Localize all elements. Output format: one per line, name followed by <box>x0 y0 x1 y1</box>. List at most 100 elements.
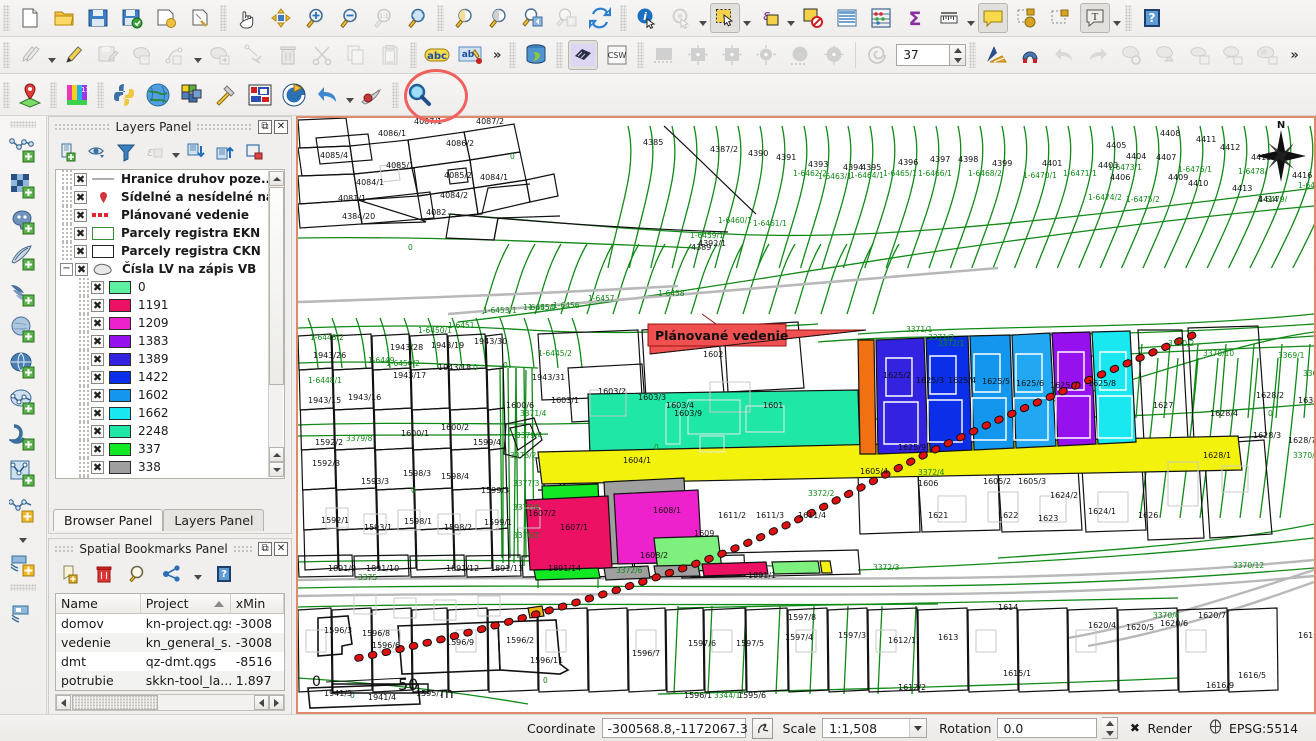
chevron-down-icon[interactable] <box>742 4 752 32</box>
statistical-summary-icon[interactable]: Σ <box>900 3 930 33</box>
new-shapefile-layer-icon[interactable] <box>6 492 40 526</box>
chevron-down-icon[interactable] <box>193 564 203 584</box>
legend-category-item[interactable]: ✖ 0 <box>56 278 284 296</box>
category-visibility-checkbox[interactable]: ✖ <box>91 424 104 438</box>
scroll-thumb[interactable] <box>269 187 284 385</box>
bookmark-row[interactable]: vedenie kn_general_s... -3008 <box>56 633 284 652</box>
search-magnifier-icon[interactable] <box>404 80 434 110</box>
python-console-icon[interactable] <box>109 80 139 110</box>
toolbar-grip[interactable] <box>969 42 977 68</box>
crs-icon[interactable] <box>1208 719 1223 737</box>
column-header-project[interactable]: Project <box>141 594 231 613</box>
paste-features-icon[interactable] <box>375 40 405 70</box>
layer-tree-item[interactable]: ✖ Parcely registra EKN <box>56 224 284 242</box>
panel-drag-handle[interactable] <box>196 123 253 131</box>
toolbar-grip[interactable] <box>97 81 104 108</box>
abc-label-icon[interactable]: abc <box>422 40 452 70</box>
add-raster-layer-icon[interactable] <box>6 168 40 202</box>
layer-tree-item[interactable]: − ✖ Čísla LV na zápis VB <box>56 260 284 278</box>
toolbar-overflow-chevron[interactable]: » <box>488 48 506 63</box>
globe-icon[interactable] <box>143 80 173 110</box>
zoom-next-icon[interactable] <box>551 3 581 33</box>
toolbar-grip[interactable] <box>620 5 627 31</box>
rotation-input[interactable]: 0.0 <box>997 718 1098 738</box>
layer-visibility-checkbox[interactable]: ✖ <box>74 226 87 240</box>
layer-tree-item[interactable]: ✖ Parcely registra CKN <box>56 242 284 260</box>
bookmark-row[interactable]: potrubie skkn-tool_la... 1.897 <box>56 671 284 690</box>
tab-browser-panel[interactable]: Browser Panel <box>53 509 164 531</box>
processing-toolbox-icon[interactable] <box>568 40 599 70</box>
help-book-icon[interactable]: ? <box>1137 3 1167 33</box>
zoom-last-icon[interactable] <box>517 3 547 33</box>
layer-visibility-checkbox[interactable]: ✖ <box>75 262 88 276</box>
deselect-features-icon[interactable] <box>798 3 828 33</box>
legend-category-item[interactable]: ✖ 1602 <box>56 386 284 404</box>
add-vector-layer-icon[interactable] <box>6 132 40 166</box>
category-visibility-checkbox[interactable]: ✖ <box>91 479 104 480</box>
zoom-to-selection-icon[interactable] <box>449 3 479 33</box>
layers-tree[interactable]: ✖ Hranice druhov poze... ✖ Sídelné a nesíde… <box>55 169 285 479</box>
blue-undo-icon[interactable] <box>313 80 343 110</box>
show-labels-icon[interactable]: T <box>1080 3 1110 33</box>
select-features-icon[interactable] <box>710 3 740 33</box>
legend-category-item[interactable]: ✖ 338 <box>56 458 284 476</box>
category-visibility-checkbox[interactable]: ✖ <box>91 280 104 294</box>
expand-all-icon[interactable] <box>184 139 210 165</box>
category-visibility-checkbox[interactable]: ✖ <box>91 460 104 474</box>
legend-category-item[interactable]: ✖ 1383 <box>56 332 284 350</box>
chevron-down-icon[interactable] <box>345 81 355 109</box>
close-panel-button[interactable]: ✕ <box>274 120 288 134</box>
toolbar-grip[interactable] <box>509 42 517 68</box>
circle-arrow-icon[interactable] <box>279 80 309 110</box>
layer-tree-item[interactable]: ✖ Plánované vedenie <box>56 206 284 224</box>
map-canvas[interactable]: 0 0 1-6459/1 1-6460/1 1-6461/1 1-6462/2 1-6463… <box>296 116 1316 714</box>
category-visibility-checkbox[interactable]: ✖ <box>91 352 104 366</box>
colored-bars-icon[interactable]: 13 <box>62 80 92 110</box>
crs-label[interactable]: EPSG:5514 <box>1229 721 1298 736</box>
add-part-icon[interactable] <box>1219 40 1249 70</box>
pan-map-icon[interactable] <box>232 3 262 33</box>
layer-tree-item[interactable]: ✖ Sídelné a nesídelné ná... <box>56 188 284 206</box>
new-3d-map-view-icon[interactable] <box>1046 3 1076 33</box>
undock-panel-button[interactable]: ⧉ <box>258 120 272 134</box>
shape-circle-3pt-icon[interactable] <box>785 40 815 70</box>
abc-pin-icon[interactable]: ab <box>456 40 486 70</box>
new-map-view-icon[interactable] <box>1012 3 1042 33</box>
eye-icon[interactable] <box>84 139 110 165</box>
share-icon[interactable] <box>159 561 185 587</box>
chevron-down-icon[interactable] <box>966 4 976 32</box>
legend-category-item[interactable]: ✖ 3696 <box>56 476 284 480</box>
toolbar-overflow-chevron-2[interactable]: » <box>1285 48 1303 63</box>
undo-icon[interactable] <box>1049 40 1079 70</box>
identify-features-icon[interactable]: i <box>632 3 662 33</box>
hammer-icon[interactable] <box>211 80 241 110</box>
magnifier-small-icon[interactable] <box>125 561 151 587</box>
close-panel-button[interactable]: ✕ <box>274 542 289 556</box>
open-attribute-table-icon[interactable] <box>832 3 862 33</box>
collapse-all-icon[interactable] <box>213 139 239 165</box>
simplify-feature-icon[interactable] <box>1151 40 1181 70</box>
toolbar-grip[interactable] <box>3 81 10 108</box>
chevron-down-icon[interactable] <box>786 4 796 32</box>
toolbar-grip[interactable] <box>50 81 57 108</box>
tab-layers-panel[interactable]: Layers Panel <box>163 509 265 531</box>
scroll-up-arrow-2[interactable] <box>269 447 284 462</box>
category-visibility-checkbox[interactable]: ✖ <box>91 370 104 384</box>
new-virtual-layer-icon[interactable] <box>6 595 40 629</box>
category-visibility-checkbox[interactable]: ✖ <box>91 388 104 402</box>
new-project-icon[interactable] <box>15 3 45 33</box>
remove-layer-icon[interactable] <box>242 139 268 165</box>
chevron-down-icon[interactable] <box>18 527 28 545</box>
measure-line-icon[interactable] <box>934 3 964 33</box>
add-wms-layer-icon[interactable] <box>6 348 40 382</box>
chevron-down-icon[interactable] <box>193 41 203 69</box>
toolbar-grip[interactable] <box>10 121 36 128</box>
panel-drag-handle[interactable] <box>54 123 111 131</box>
chevron-down-icon[interactable] <box>47 41 57 69</box>
expand-group-toggle[interactable]: − <box>60 262 73 276</box>
toolbar-grip[interactable] <box>392 81 399 108</box>
add-delimited-text-layer-icon[interactable] <box>6 456 40 490</box>
fill-ring-icon[interactable] <box>1253 40 1283 70</box>
add-mssql-layer-icon[interactable] <box>6 276 40 310</box>
zoom-out-icon[interactable] <box>334 3 364 33</box>
